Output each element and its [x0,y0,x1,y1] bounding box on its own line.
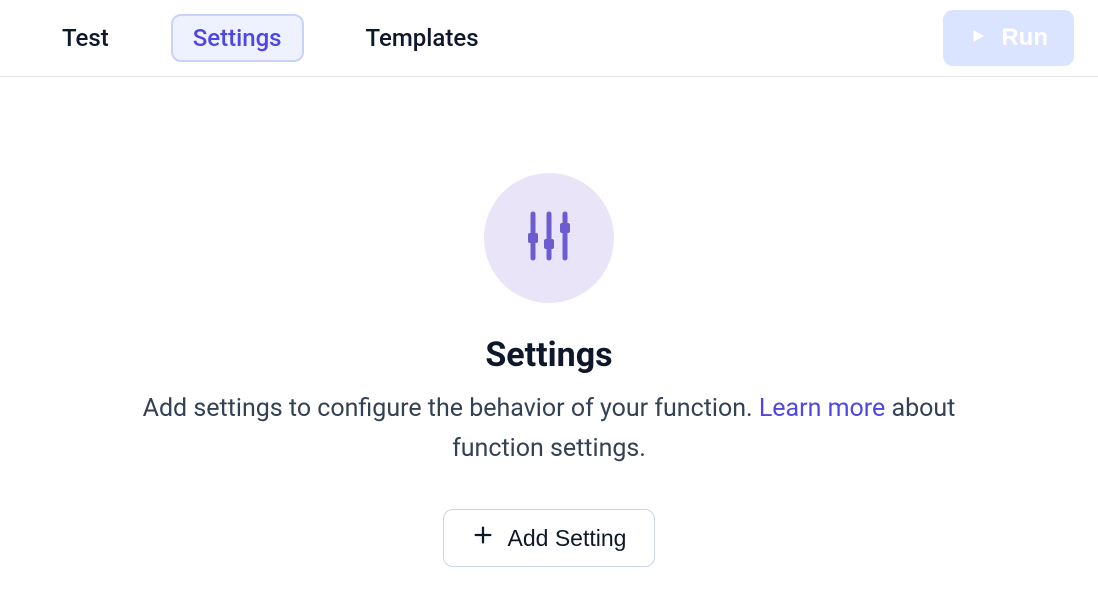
sliders-icon [517,204,581,272]
header: Test Settings Templates Run [0,0,1098,77]
run-button-label: Run [1001,24,1048,52]
settings-icon-circle [484,173,614,303]
empty-state: Settings Add settings to configure the b… [0,77,1098,567]
tabs: Test Settings Templates [40,14,501,62]
add-setting-label: Add Setting [508,525,627,552]
run-button[interactable]: Run [943,10,1074,66]
add-setting-button[interactable]: Add Setting [443,509,656,567]
empty-desc-before: Add settings to configure the behavior o… [143,394,759,423]
plus-icon [472,524,494,552]
tab-templates[interactable]: Templates [344,14,501,62]
empty-state-description: Add settings to configure the behavior o… [139,389,959,469]
learn-more-link[interactable]: Learn more [759,394,885,423]
tab-test[interactable]: Test [40,14,131,62]
play-icon [969,24,987,52]
empty-state-title: Settings [485,335,612,375]
tab-settings[interactable]: Settings [171,14,304,62]
